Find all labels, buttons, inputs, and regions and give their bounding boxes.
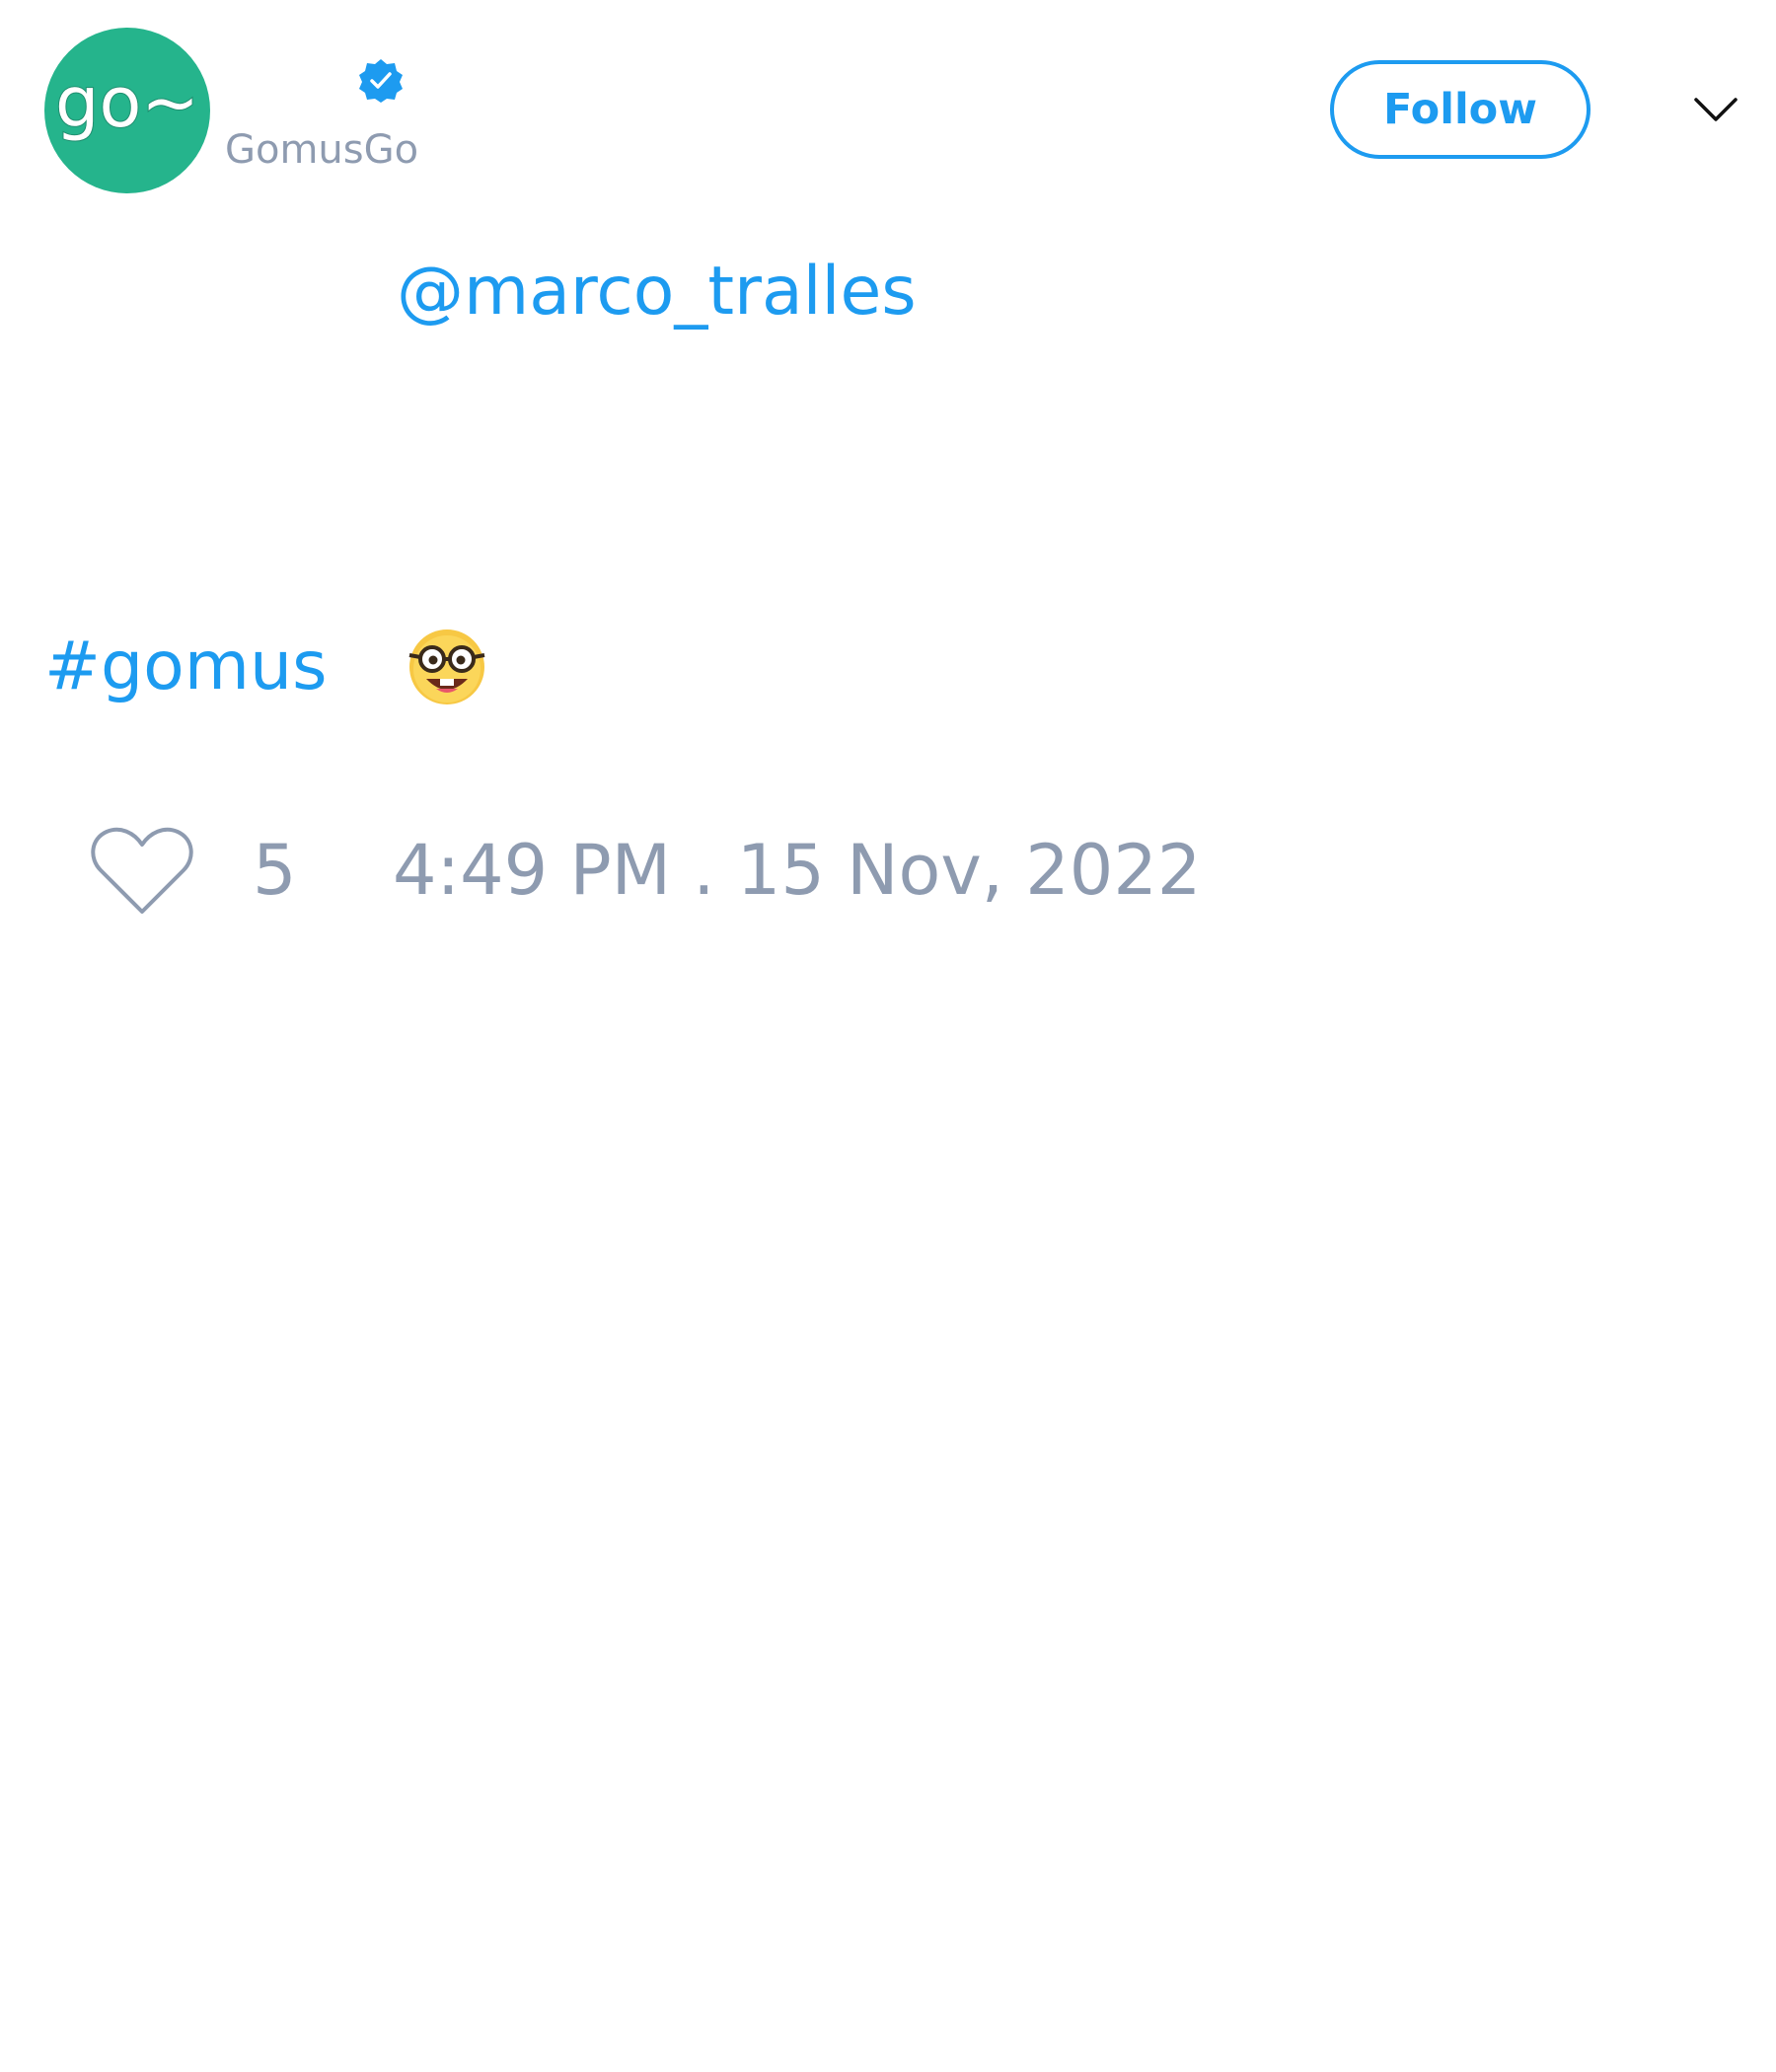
like-count: 5	[253, 830, 297, 911]
verified-badge-icon	[359, 59, 403, 103]
author-handle[interactable]: GomusGo	[225, 126, 418, 174]
follow-button[interactable]: Follow	[1330, 60, 1591, 159]
mention-link[interactable]: @marco_tralles	[397, 255, 917, 330]
hashtag-link[interactable]: #gomus	[44, 628, 328, 706]
heart-icon[interactable]	[87, 821, 197, 920]
nerd-face-emoji-icon	[408, 629, 485, 704]
tweet-timestamp[interactable]: 4:49 PM . 15 Nov, 2022	[393, 829, 1201, 912]
chevron-down-icon[interactable]	[1692, 94, 1739, 125]
svg-text:go~: go~	[55, 62, 199, 143]
author-avatar[interactable]: go~	[44, 28, 210, 193]
avatar-logo: go~	[54, 61, 200, 144]
